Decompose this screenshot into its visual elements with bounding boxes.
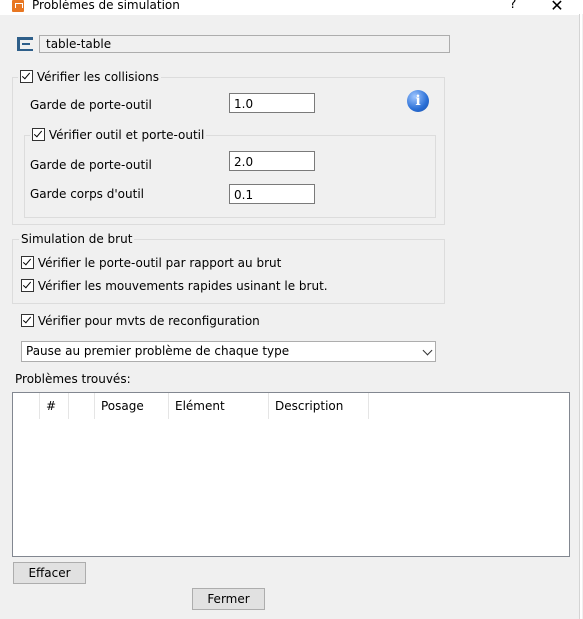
app-icon xyxy=(12,0,24,12)
tool-garde-porte-outil-label: Garde de porte-outil xyxy=(30,158,152,172)
window-border xyxy=(579,14,580,619)
stock-check1-label: Vérifier le porte-outil par rapport au b… xyxy=(37,256,282,270)
column-header-icon[interactable] xyxy=(69,393,95,419)
column-header-number[interactable]: # xyxy=(40,393,69,419)
help-button[interactable]: ? xyxy=(503,0,523,15)
column-header-blank[interactable] xyxy=(13,393,40,419)
window-title: Problèmes de simulation xyxy=(32,0,180,12)
machine-icon xyxy=(16,35,34,53)
collisions-checkbox[interactable] xyxy=(20,70,33,83)
stock-check1-row[interactable]: Vérifier le porte-outil par rapport au b… xyxy=(21,256,281,270)
stock-check2-label: Vérifier les mouvements rapides usinant … xyxy=(37,279,328,293)
chevron-down-icon xyxy=(422,345,433,356)
tool-group-header: Vérifier outil et porte-outil xyxy=(30,128,207,143)
column-header-posage[interactable]: Posage xyxy=(95,393,169,419)
machine-field[interactable]: table-table xyxy=(39,35,450,53)
collisions-header: Vérifier les collisions xyxy=(18,70,161,85)
column-header-element[interactable]: Elément xyxy=(169,393,269,419)
stock-sim-group xyxy=(12,239,445,304)
reconfig-label: Vérifier pour mvts de reconfiguration xyxy=(37,314,260,328)
column-header-description[interactable]: Description xyxy=(269,393,369,419)
tool-garde-porte-outil-input[interactable]: 2.0 xyxy=(229,151,315,171)
close-button[interactable]: Fermer xyxy=(192,588,265,610)
problems-label: Problèmes trouvés: xyxy=(15,372,131,386)
garde-corps-input[interactable]: 0.1 xyxy=(229,184,315,204)
garde-corps-label: Garde corps d'outil xyxy=(30,187,144,201)
garde-porte-outil-label: Garde de porte-outil xyxy=(30,98,152,112)
reconfig-checkbox[interactable] xyxy=(21,314,34,327)
clear-button[interactable]: Effacer xyxy=(13,562,86,584)
stock-check1-checkbox[interactable] xyxy=(21,256,34,269)
collisions-label: Vérifier les collisions xyxy=(36,70,159,84)
tool-group-checkbox[interactable] xyxy=(32,128,45,141)
pause-dropdown-value: Pause au premier problème de chaque type xyxy=(26,344,290,358)
stock-sim-label: Simulation de brut xyxy=(19,232,135,246)
reconfig-row[interactable]: Vérifier pour mvts de reconfiguration xyxy=(21,314,260,328)
stock-check2-row[interactable]: Vérifier les mouvements rapides usinant … xyxy=(21,279,328,293)
garde-porte-outil-input[interactable]: 1.0 xyxy=(229,93,315,113)
tool-group xyxy=(24,135,436,218)
close-icon[interactable]: ✕ xyxy=(546,0,568,16)
pause-dropdown[interactable]: Pause au premier problème de chaque type xyxy=(21,341,436,362)
info-icon[interactable]: i xyxy=(407,90,429,112)
tool-group-label: Vérifier outil et porte-outil xyxy=(48,128,205,142)
problems-table[interactable]: # Posage Elément Description xyxy=(12,392,570,557)
stock-check2-checkbox[interactable] xyxy=(21,279,34,292)
